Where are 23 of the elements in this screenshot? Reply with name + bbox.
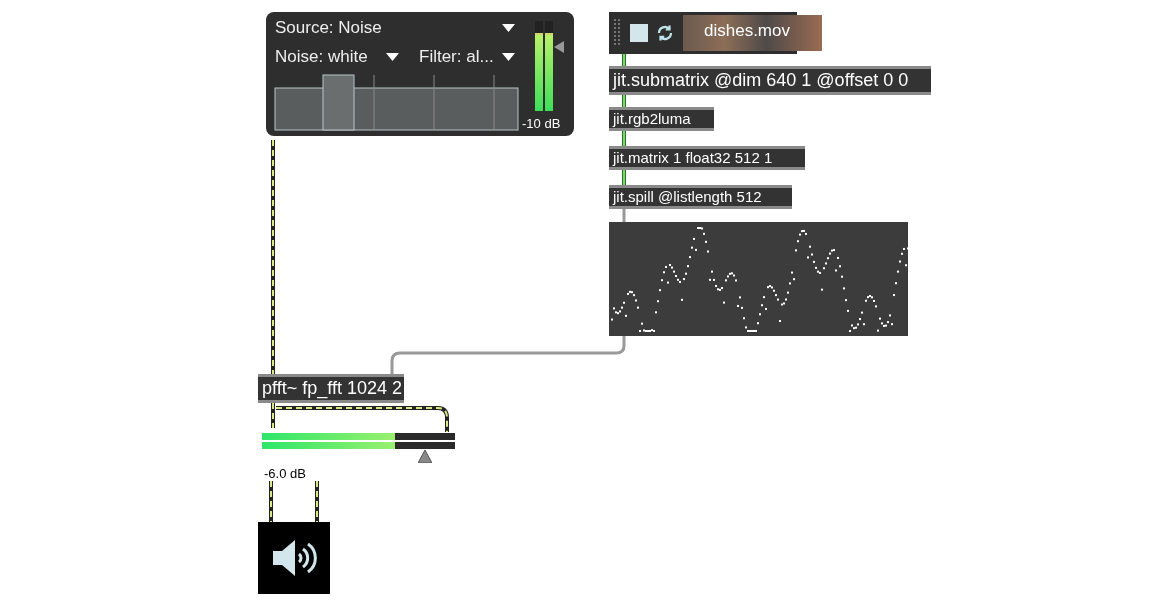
object-box[interactable]: jit.spill @listlength 512 — [609, 185, 792, 209]
dropdown-caret-icon[interactable] — [386, 53, 399, 61]
object-box[interactable]: jit.rgb2luma — [609, 107, 714, 131]
patch-cord — [315, 480, 319, 523]
source-menu[interactable]: Source: Noise — [275, 18, 382, 38]
patch-cord — [269, 480, 273, 523]
loop-icon[interactable] — [656, 24, 674, 42]
object-box[interactable]: jit.matrix 1 float32 512 1 — [609, 146, 805, 170]
patch-cord — [622, 209, 626, 222]
filter-graph[interactable] — [274, 74, 520, 132]
grip-icon[interactable] — [614, 19, 620, 47]
object-box[interactable]: jit.submatrix @dim 640 1 @offset 0 0 — [609, 66, 931, 95]
object-box[interactable]: pfft~ fp_fft 1024 2 — [258, 374, 404, 403]
noise-menu[interactable]: Noise: white — [275, 47, 368, 67]
movie-filename: dishes.mov — [704, 21, 790, 41]
audio-output-button[interactable] — [258, 522, 330, 594]
filter-menu[interactable]: Filter: al... — [419, 47, 494, 67]
meter-reading: -10 dB — [522, 116, 561, 131]
dropdown-caret-icon[interactable] — [502, 24, 515, 32]
speaker-icon — [271, 538, 317, 578]
gain-slider[interactable] — [262, 433, 455, 449]
gain-reading: -6.0 dB — [264, 466, 306, 481]
dropdown-caret-icon[interactable] — [502, 53, 515, 61]
